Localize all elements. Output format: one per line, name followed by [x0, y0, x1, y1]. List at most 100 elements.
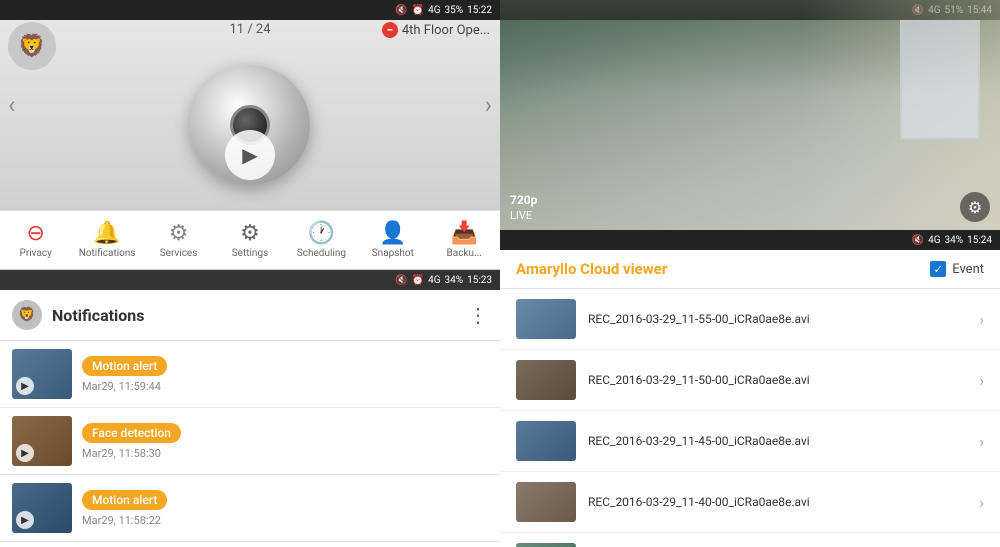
cloud-viewer: Amaryllo Cloud viewer ✓ Event REC_2016-0… [500, 250, 1000, 547]
notifications-panel: 🦁 Notifications ⋮ ▶ Motion alert Mar29, … [0, 290, 500, 547]
notif-thumbnail-1: ▶ [12, 349, 72, 399]
alarm-icon: ⏰ [412, 5, 424, 16]
rec-filename-3: REC_2016-03-29_11-45-00_iCRa0ae8e.avi [588, 434, 967, 448]
status-bar-left: 🔇 ⏰ 4G 35% 15:22 [0, 0, 500, 20]
nav-backup[interactable]: 📥 Backu... [429, 211, 500, 269]
rec-filename-1: REC_2016-03-29_11-55-00_iCRa0ae8e.avi [588, 312, 967, 326]
cloud-viewer-title: Amaryllo Cloud viewer [516, 260, 667, 278]
event-filter[interactable]: ✓ Event [930, 261, 984, 277]
rec-arrow-3: › [979, 432, 984, 451]
notif-time-2: Mar29, 11:58:30 [82, 447, 181, 460]
battery-2: 34% [445, 275, 464, 286]
rec-thumbnail-3 [516, 421, 576, 461]
camera-nav-bar: ⊖ Privacy 🔔 Notifications ⚙ Services ⚙ S… [0, 210, 500, 270]
settings-label: Settings [232, 248, 269, 259]
nav-settings[interactable]: ⚙ Settings [214, 211, 285, 269]
prev-camera-arrow[interactable]: ‹ [8, 91, 15, 119]
backup-icon: 📥 [451, 221, 478, 246]
mute-icon-2: 🔇 [395, 275, 407, 286]
rec-thumbnail-1 [516, 299, 576, 339]
notifications-title: Notifications [52, 306, 458, 325]
privacy-indicator: − [382, 22, 398, 38]
signal-icon-2: 4G [428, 275, 440, 286]
camera-name: 4th Floor Ope... [402, 23, 490, 38]
nav-services[interactable]: ⚙ Services [143, 211, 214, 269]
camera-counter: 11 / 24 [229, 22, 270, 37]
list-item[interactable]: ▶ Motion alert Mar29, 11:57:00 [0, 542, 500, 547]
list-item[interactable]: ▶ Face detection Mar29, 11:58:30 [0, 408, 500, 475]
thumb-play-icon-2: ▶ [16, 444, 34, 462]
time-2: 15:23 [467, 275, 492, 286]
rec-filename-4: REC_2016-03-29_11-40-00_iCRa0ae8e.avi [588, 495, 967, 509]
right-panel: 🔇 4G 51% 15:44 720p LIVE ⚙ 🔇 4G 34% 15:2… [500, 0, 1000, 547]
app-logo-left: 🦁 [8, 22, 56, 70]
settings-icon: ⚙ [240, 221, 260, 246]
status-bar-r2: 🔇 4G 34% 15:24 [500, 230, 1000, 250]
rec-thumbnail-2 [516, 360, 576, 400]
signal-icon-r2: 4G [928, 235, 940, 246]
live-camera-view: 🔇 4G 51% 15:44 720p LIVE ⚙ [500, 0, 1000, 230]
backup-label: Backu... [447, 248, 482, 259]
services-label: Services [160, 248, 198, 259]
signal-icon: 4G [428, 5, 440, 16]
notif-logo: 🦁 [12, 300, 42, 330]
mute-icon-r2: 🔇 [912, 235, 924, 246]
rec-thumbnail-5 [516, 543, 576, 547]
list-item[interactable]: REC_2016-03-29_11-35-01_iCRa0ae8e.avi › [500, 533, 1000, 547]
nav-privacy[interactable]: ⊖ Privacy [0, 211, 71, 269]
time-left: 15:22 [467, 5, 492, 16]
battery-r2: 34% [945, 235, 964, 246]
scheduling-label: Scheduling [297, 248, 346, 259]
mute-icon: 🔇 [395, 5, 407, 16]
notifications-header: 🦁 Notifications ⋮ [0, 290, 500, 341]
left-panel: 🔇 ⏰ 4G 35% 15:22 🦁 11 / 24 − 4th Floor O… [0, 0, 500, 547]
rec-arrow-2: › [979, 371, 984, 390]
face-detection-badge: Face detection [82, 423, 181, 443]
live-status-label: LIVE [510, 209, 537, 222]
privacy-icon: ⊖ [26, 221, 44, 246]
event-checkbox-icon: ✓ [930, 261, 946, 277]
rec-filename-2: REC_2016-03-29_11-50-00_iCRa0ae8e.avi [588, 373, 967, 387]
motion-alert-badge-1: Motion alert [82, 356, 167, 376]
nav-snapshot[interactable]: 👤 Snapshot [357, 211, 428, 269]
notif-thumbnail-3: ▶ [12, 483, 72, 533]
notif-content-3: Motion alert Mar29, 11:58:22 [82, 490, 167, 527]
thumb-play-icon-1: ▶ [16, 377, 34, 395]
list-item[interactable]: ▶ Motion alert Mar29, 11:59:44 [0, 341, 500, 408]
notif-thumbnail-2: ▶ [12, 416, 72, 466]
lion-icon: 🦁 [18, 34, 45, 59]
motion-alert-badge-2: Motion alert [82, 490, 167, 510]
room-window [900, 20, 980, 140]
live-settings-button[interactable]: ⚙ [960, 192, 990, 222]
list-item[interactable]: REC_2016-03-29_11-50-00_iCRa0ae8e.avi › [500, 350, 1000, 411]
status-bar-2: 🔇 ⏰ 4G 34% 15:23 [0, 270, 500, 290]
list-item[interactable]: REC_2016-03-29_11-55-00_iCRa0ae8e.avi › [500, 289, 1000, 350]
notifications-menu-button[interactable]: ⋮ [468, 303, 488, 327]
resolution-label: 720p [510, 193, 537, 207]
event-label: Event [952, 262, 984, 277]
notif-content-2: Face detection Mar29, 11:58:30 [82, 423, 181, 460]
list-item[interactable]: REC_2016-03-29_11-45-00_iCRa0ae8e.avi › [500, 411, 1000, 472]
list-item[interactable]: ▶ Motion alert Mar29, 11:58:22 [0, 475, 500, 542]
rec-thumbnail-4 [516, 482, 576, 522]
services-icon: ⚙ [169, 221, 189, 246]
nav-scheduling[interactable]: 🕐 Scheduling [286, 211, 357, 269]
live-badge: 720p LIVE [510, 193, 537, 222]
snapshot-label: Snapshot [372, 248, 414, 259]
notifications-label: Notifications [79, 248, 136, 259]
next-camera-arrow[interactable]: › [485, 91, 492, 119]
notif-time-3: Mar29, 11:58:22 [82, 514, 167, 527]
list-item[interactable]: REC_2016-03-29_11-40-00_iCRa0ae8e.avi › [500, 472, 1000, 533]
play-button[interactable]: ▶ [225, 130, 275, 180]
battery-left: 35% [445, 5, 464, 16]
notifications-list: ▶ Motion alert Mar29, 11:59:44 ▶ Face de… [0, 341, 500, 547]
recording-list: REC_2016-03-29_11-55-00_iCRa0ae8e.avi › … [500, 289, 1000, 547]
snapshot-icon: 👤 [379, 221, 406, 246]
notifications-icon: 🔔 [93, 221, 120, 246]
privacy-label: Privacy [20, 248, 52, 259]
rec-arrow-4: › [979, 493, 984, 512]
notif-time-1: Mar29, 11:59:44 [82, 380, 167, 393]
scheduling-icon: 🕐 [308, 221, 335, 246]
camera-title: − 4th Floor Ope... [382, 22, 490, 38]
nav-notifications[interactable]: 🔔 Notifications [71, 211, 142, 269]
